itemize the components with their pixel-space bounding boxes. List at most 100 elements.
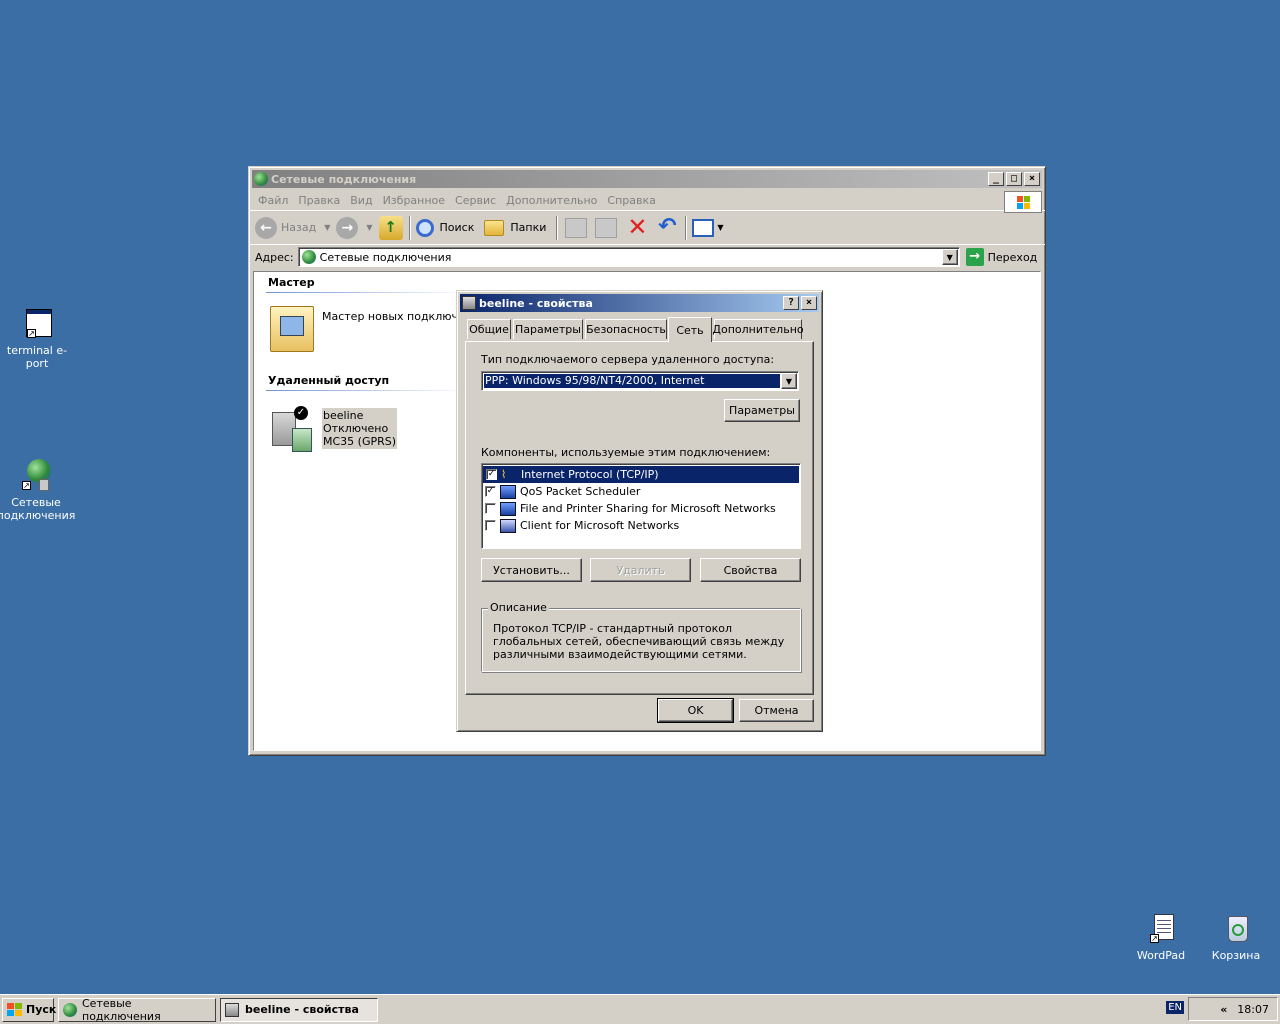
install-button[interactable]: Установить... bbox=[481, 558, 582, 582]
select-dropdown-button[interactable]: ▼ bbox=[781, 373, 797, 389]
wordpad-icon: ↗ bbox=[1144, 912, 1178, 946]
network-connections-icon bbox=[254, 172, 268, 186]
menu-file[interactable]: Файл bbox=[258, 194, 288, 207]
explorer-titlebar[interactable]: Сетевые подключения _ □ × bbox=[252, 170, 1042, 188]
network-connections-icon bbox=[301, 250, 316, 264]
desktop-icon-label: Корзина bbox=[1211, 949, 1261, 962]
list-item[interactable]: ✓ ⌇ Internet Protocol (TCP/IP) bbox=[483, 466, 799, 483]
desktop-icon-label: Сетевые подключения bbox=[0, 496, 76, 522]
search-button[interactable]: Поиск bbox=[415, 218, 474, 237]
forward-button[interactable]: → ▼ bbox=[336, 216, 373, 239]
connection-labels: beeline Отключено MC35 (GPRS) bbox=[322, 408, 398, 449]
desktop-icon-network[interactable]: ↗ Сетевые подключения bbox=[0, 459, 76, 522]
go-button[interactable]: → Переход bbox=[965, 248, 1037, 266]
go-arrow-icon: → bbox=[965, 248, 984, 266]
close-button[interactable]: × bbox=[1024, 172, 1040, 186]
list-item[interactable]: Client for Microsoft Networks bbox=[482, 517, 800, 534]
components-list[interactable]: ✓ ⌇ Internet Protocol (TCP/IP) ✓ QoS Pac… bbox=[481, 463, 801, 549]
taskbar: Пуск Сетевые подключения beeline - свойс… bbox=[0, 994, 1280, 1024]
views-button[interactable]: ▼ bbox=[692, 218, 724, 237]
toolbar-separator bbox=[408, 215, 410, 240]
explorer-menubar: Файл Правка Вид Избранное Сервис Дополни… bbox=[249, 191, 1045, 213]
dialog-titlebar[interactable]: beeline - свойства ? × bbox=[460, 294, 819, 312]
chevron-down-icon: ▼ bbox=[324, 223, 331, 232]
list-item[interactable]: File and Printer Sharing for Microsoft N… bbox=[482, 500, 800, 517]
tray-chevron[interactable]: « bbox=[1220, 1003, 1227, 1016]
help-button[interactable]: ? bbox=[783, 296, 799, 310]
default-check-icon: ✓ bbox=[294, 406, 308, 420]
beeline-connection[interactable]: ✓ beeline Отключено MC35 (GPRS) bbox=[270, 406, 460, 456]
clock[interactable]: 18:07 bbox=[1237, 1003, 1269, 1016]
new-connection-wizard[interactable]: Мастер новых подключений bbox=[270, 304, 486, 354]
properties-button[interactable]: Свойства bbox=[700, 558, 801, 582]
desktop-icon-recycle-bin[interactable]: Корзина bbox=[1196, 912, 1276, 962]
recycle-bin-icon bbox=[1219, 912, 1253, 946]
remove-button[interactable]: Удалить bbox=[590, 558, 691, 582]
checkbox[interactable] bbox=[485, 520, 496, 531]
views-icon bbox=[692, 218, 715, 237]
window-app-icon: ↗ bbox=[20, 307, 54, 341]
back-button[interactable]: ← Назад ▼ bbox=[255, 216, 331, 239]
address-input[interactable]: Сетевые подключения ▼ bbox=[297, 247, 960, 267]
cancel-button[interactable]: Отмена bbox=[739, 699, 814, 722]
tab-security[interactable]: Безопасность bbox=[585, 319, 667, 339]
wizard-computers-icon bbox=[280, 316, 304, 336]
globe-network-icon: ↗ bbox=[19, 459, 53, 493]
start-button[interactable]: Пуск bbox=[2, 997, 56, 1022]
copy-to-icon[interactable] bbox=[595, 217, 618, 238]
network-connections-icon bbox=[63, 1002, 77, 1017]
desktop-icon-terminal[interactable]: ↗ terminal e-port bbox=[0, 307, 77, 370]
menu-advanced[interactable]: Дополнительно bbox=[506, 194, 597, 207]
ok-button[interactable]: OK bbox=[657, 698, 734, 723]
explorer-toolbar: ← Назад ▼ → ▼ ↑ Поиск Папки ✕ ↶ ▼ bbox=[249, 211, 1045, 245]
menu-edit[interactable]: Правка bbox=[298, 194, 340, 207]
task-beeline-properties[interactable]: beeline - свойства bbox=[220, 997, 378, 1022]
tab-options[interactable]: Параметры bbox=[513, 319, 583, 339]
tab-network[interactable]: Сеть bbox=[668, 317, 712, 342]
address-label: Адрес: bbox=[255, 250, 294, 264]
components-label: Компоненты, используемые этим подключени… bbox=[481, 446, 771, 459]
server-type-select[interactable]: PPP: Windows 95/98/NT4/2000, Internet ▼ bbox=[481, 371, 799, 391]
tab-advanced[interactable]: Дополнительно bbox=[712, 319, 804, 339]
desktop-icon-wordpad[interactable]: ↗ WordPad bbox=[1121, 912, 1201, 962]
language-indicator[interactable]: EN bbox=[1166, 1001, 1184, 1014]
phone-icon bbox=[292, 428, 312, 452]
tab-strip: Общие Параметры Безопасность Сеть Дополн… bbox=[465, 317, 815, 342]
folders-button[interactable]: Папки bbox=[484, 219, 546, 236]
menu-view[interactable]: Вид bbox=[350, 194, 372, 207]
back-arrow-icon: ← bbox=[255, 216, 277, 239]
undo-icon[interactable]: ↶ bbox=[655, 215, 679, 240]
menu-tools[interactable]: Сервис bbox=[455, 194, 496, 207]
toolbar-separator bbox=[556, 215, 558, 240]
delete-icon[interactable]: ✕ bbox=[625, 215, 649, 240]
dialup-connection-icon bbox=[462, 296, 476, 310]
network-client-icon bbox=[500, 518, 516, 533]
chevron-down-icon: ▼ bbox=[717, 223, 724, 232]
menu-favorites[interactable]: Избранное bbox=[383, 194, 445, 207]
network-service-icon bbox=[500, 484, 516, 499]
maximize-button[interactable]: □ bbox=[1006, 172, 1022, 186]
minimize-button[interactable]: _ bbox=[988, 172, 1004, 186]
dialog-title: beeline - свойства bbox=[479, 296, 593, 310]
task-network-connections[interactable]: Сетевые подключения bbox=[58, 997, 216, 1023]
menu-help[interactable]: Справка bbox=[607, 194, 655, 207]
checkbox[interactable]: ✓ bbox=[486, 469, 497, 480]
checkbox[interactable] bbox=[485, 503, 496, 514]
address-dropdown-button[interactable]: ▼ bbox=[941, 249, 958, 265]
move-to-icon[interactable] bbox=[565, 217, 588, 238]
checkbox[interactable]: ✓ bbox=[485, 486, 496, 497]
connection-status: Отключено bbox=[323, 422, 389, 435]
tab-general[interactable]: Общие bbox=[467, 319, 511, 339]
address-bar: Адрес: Сетевые подключения ▼ → Переход bbox=[249, 245, 1045, 269]
search-icon bbox=[415, 218, 434, 237]
forward-arrow-icon: → bbox=[336, 216, 359, 239]
system-tray: « 18:07 bbox=[1188, 997, 1278, 1021]
list-item[interactable]: ✓ QoS Packet Scheduler bbox=[482, 483, 800, 500]
up-folder-button[interactable]: ↑ bbox=[378, 215, 403, 240]
windows-logo-icon bbox=[1004, 191, 1042, 213]
params-button[interactable]: Параметры bbox=[724, 399, 800, 422]
description-title: Описание bbox=[488, 601, 549, 614]
dialog-close-button[interactable]: × bbox=[801, 296, 817, 310]
folder-icon bbox=[484, 219, 505, 236]
network-service-icon bbox=[500, 501, 516, 516]
